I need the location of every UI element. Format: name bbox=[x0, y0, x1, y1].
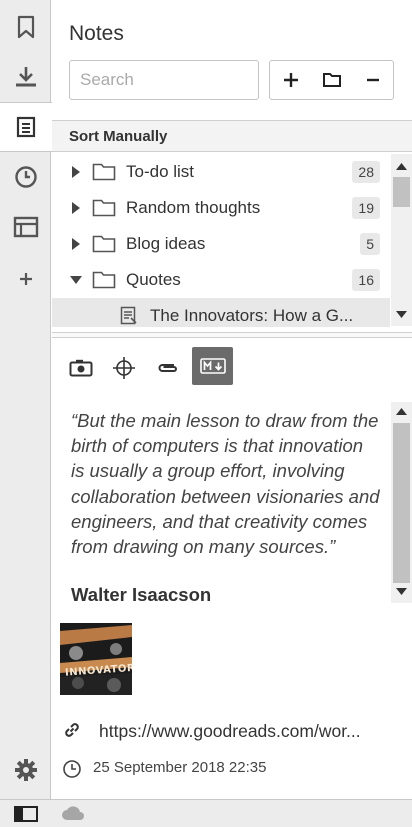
delete-note-button[interactable] bbox=[352, 61, 393, 99]
source-url[interactable]: https://www.goodreads.com/wor... bbox=[99, 721, 407, 742]
sort-label: Sort Manually bbox=[69, 128, 168, 145]
scroll-down-arrow-icon[interactable] bbox=[396, 588, 407, 595]
camera-icon bbox=[69, 359, 93, 377]
remove-icon bbox=[366, 78, 379, 82]
folder-row[interactable]: To-do list 28 bbox=[52, 154, 390, 190]
window-icon bbox=[13, 216, 38, 238]
expand-arrow-icon[interactable] bbox=[71, 201, 81, 215]
note-date: 25 September 2018 22:35 bbox=[93, 759, 267, 776]
notes-icon bbox=[16, 116, 36, 138]
new-folder-button[interactable] bbox=[311, 61, 352, 99]
history-clock-icon bbox=[14, 166, 37, 188]
book-cover-image bbox=[60, 623, 132, 695]
notes-panel: Notes Sort Manually To-do list 28 Random… bbox=[52, 0, 412, 799]
note-icon bbox=[120, 306, 137, 325]
note-body-author[interactable]: Walter Isaacson bbox=[71, 584, 211, 606]
capture-area-button[interactable] bbox=[110, 356, 138, 380]
scrollbar-thumb[interactable] bbox=[393, 423, 410, 583]
folder-label: To-do list bbox=[126, 162, 195, 181]
settings-gear-icon bbox=[14, 759, 37, 781]
folder-icon bbox=[92, 199, 116, 217]
tree-scrollbar[interactable] bbox=[391, 154, 412, 326]
folder-label: Quotes bbox=[126, 270, 181, 289]
add-panel-icon bbox=[19, 273, 32, 285]
panel-toggle-icon bbox=[14, 806, 38, 822]
notes-tree: To-do list 28 Random thoughts 19 Blog id… bbox=[52, 153, 412, 327]
attach-button[interactable] bbox=[154, 356, 182, 380]
panel-title: Notes bbox=[69, 22, 124, 45]
bookmark-icon bbox=[17, 15, 34, 39]
scroll-up-arrow-icon[interactable] bbox=[396, 408, 407, 415]
expand-arrow-icon[interactable] bbox=[71, 165, 81, 179]
note-body-quote[interactable]: “But the main lesson to draw from the bi… bbox=[71, 408, 381, 559]
link-icon bbox=[65, 723, 79, 737]
scroll-down-arrow-icon[interactable] bbox=[396, 311, 407, 318]
folder-icon bbox=[92, 163, 116, 181]
paperclip-icon bbox=[158, 364, 177, 372]
add-icon bbox=[283, 73, 298, 87]
sync-status-button[interactable] bbox=[60, 805, 88, 823]
folder-row[interactable]: Random thoughts 19 bbox=[52, 190, 390, 226]
panel-settings-button[interactable] bbox=[0, 745, 51, 795]
note-count-badge: 28 bbox=[352, 161, 380, 183]
book-cover-thumbnail[interactable]: INNOVATORS bbox=[60, 623, 132, 695]
editor-scrollbar[interactable] bbox=[391, 402, 412, 603]
panel-rail bbox=[0, 0, 52, 799]
scroll-up-arrow-icon[interactable] bbox=[396, 163, 407, 170]
scrollbar-thumb[interactable] bbox=[393, 177, 410, 207]
note-row-selected[interactable]: The Innovators: How a G... bbox=[52, 298, 390, 327]
note-count-badge: 19 bbox=[352, 197, 380, 219]
crosshair-icon bbox=[113, 357, 135, 379]
folder-open-icon bbox=[92, 271, 116, 289]
notes-toolbar bbox=[269, 60, 394, 100]
download-icon bbox=[15, 67, 36, 87]
clock-icon bbox=[63, 760, 81, 778]
note-title: The Innovators: How a G... bbox=[150, 306, 354, 325]
search-input[interactable] bbox=[69, 60, 259, 100]
source-link-row[interactable]: https://www.goodreads.com/wor... bbox=[62, 720, 407, 744]
screenshot-button[interactable] bbox=[67, 356, 95, 380]
note-count-badge: 5 bbox=[360, 233, 380, 255]
sort-header[interactable]: Sort Manually bbox=[52, 120, 412, 152]
folder-row[interactable]: Blog ideas 5 bbox=[52, 226, 390, 262]
markdown-toggle-button[interactable] bbox=[192, 347, 233, 385]
bookmarks-panel-button[interactable] bbox=[0, 2, 51, 52]
collapse-arrow-icon[interactable] bbox=[69, 275, 83, 285]
folder-icon bbox=[322, 73, 341, 87]
cloud-sync-icon bbox=[62, 806, 84, 820]
pane-divider[interactable] bbox=[52, 332, 412, 338]
notes-panel-button[interactable] bbox=[0, 102, 52, 152]
add-note-button[interactable] bbox=[270, 61, 311, 99]
downloads-panel-button[interactable] bbox=[0, 52, 51, 102]
status-bar bbox=[0, 799, 412, 827]
toggle-panel-button[interactable] bbox=[14, 806, 38, 822]
folder-row[interactable]: Quotes 16 bbox=[52, 262, 390, 298]
window-panel-button[interactable] bbox=[0, 202, 51, 252]
markdown-icon bbox=[199, 358, 226, 374]
add-web-panel-button[interactable] bbox=[0, 254, 51, 304]
folder-label: Blog ideas bbox=[126, 234, 206, 253]
expand-arrow-icon[interactable] bbox=[71, 237, 81, 251]
history-panel-button[interactable] bbox=[0, 152, 51, 202]
folder-label: Random thoughts bbox=[126, 198, 261, 217]
folder-icon bbox=[92, 235, 116, 253]
note-count-badge: 16 bbox=[352, 269, 380, 291]
